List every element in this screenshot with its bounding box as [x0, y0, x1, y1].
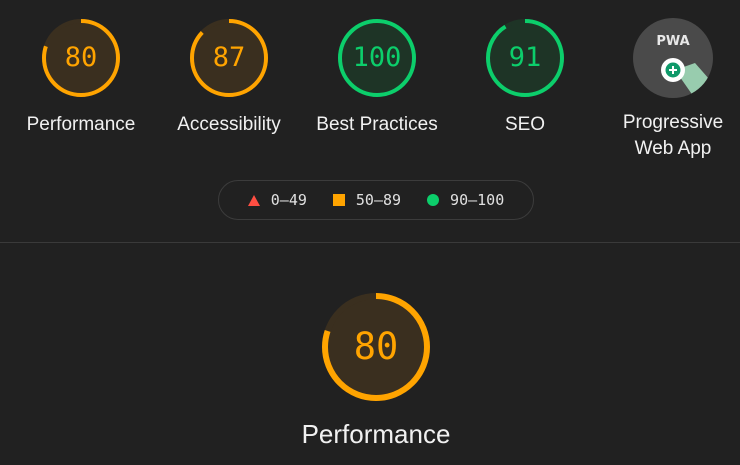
legend-label: 50–89 [355, 191, 402, 209]
gauge-score: 91 [508, 42, 542, 73]
legend-label: 90–100 [450, 191, 505, 209]
gauge-label-line1: Progressive [622, 112, 724, 133]
legend-label: 0–49 [270, 191, 307, 209]
score-gauge: 80 [39, 16, 123, 100]
gauge-pwa[interactable]: PWA Progressive Web App [608, 18, 738, 162]
gauge-score: 100 [352, 42, 402, 73]
section-score-gauge: 80 [318, 289, 434, 405]
gauge-accessibility[interactable]: 87 Accessibility [164, 16, 294, 138]
legend-item-pass: 90–100 [427, 191, 504, 209]
legend-item-average: 50–89 [332, 191, 402, 209]
score-gauge: 91 [483, 16, 567, 100]
gauge-label: SEO [504, 114, 546, 135]
circle-icon [427, 194, 440, 206]
gauge-seo[interactable]: 91 SEO [460, 16, 590, 138]
gauge-score: 87 [212, 42, 246, 73]
gauge-label: Performance [26, 114, 136, 135]
section-divider [0, 242, 740, 243]
score-legend: 0–49 50–89 90–100 [218, 180, 534, 220]
gauge-performance[interactable]: 80 Performance [16, 16, 146, 138]
gauge-best-practices[interactable]: 100 Best Practices [312, 16, 442, 138]
gauge-label-line2: Web App [634, 138, 712, 159]
score-gauge: 100 [335, 16, 419, 100]
pwa-badge-icon: PWA [633, 18, 713, 98]
legend-item-fail: 0–49 [247, 191, 307, 209]
gauge-score: 80 [64, 42, 98, 73]
triangle-icon [247, 194, 260, 206]
section-score: 80 [353, 325, 399, 368]
gauge-label: Accessibility [177, 114, 281, 135]
pwa-badge-graphic: PWA [633, 18, 713, 98]
gauge-label: Best Practices [316, 114, 438, 135]
gauge-label: Progressive Web App [608, 110, 738, 162]
score-gauge: 87 [187, 16, 271, 100]
square-icon [332, 194, 345, 206]
section-title: Performance [301, 419, 451, 449]
pwa-badge-text: PWA [656, 34, 689, 49]
